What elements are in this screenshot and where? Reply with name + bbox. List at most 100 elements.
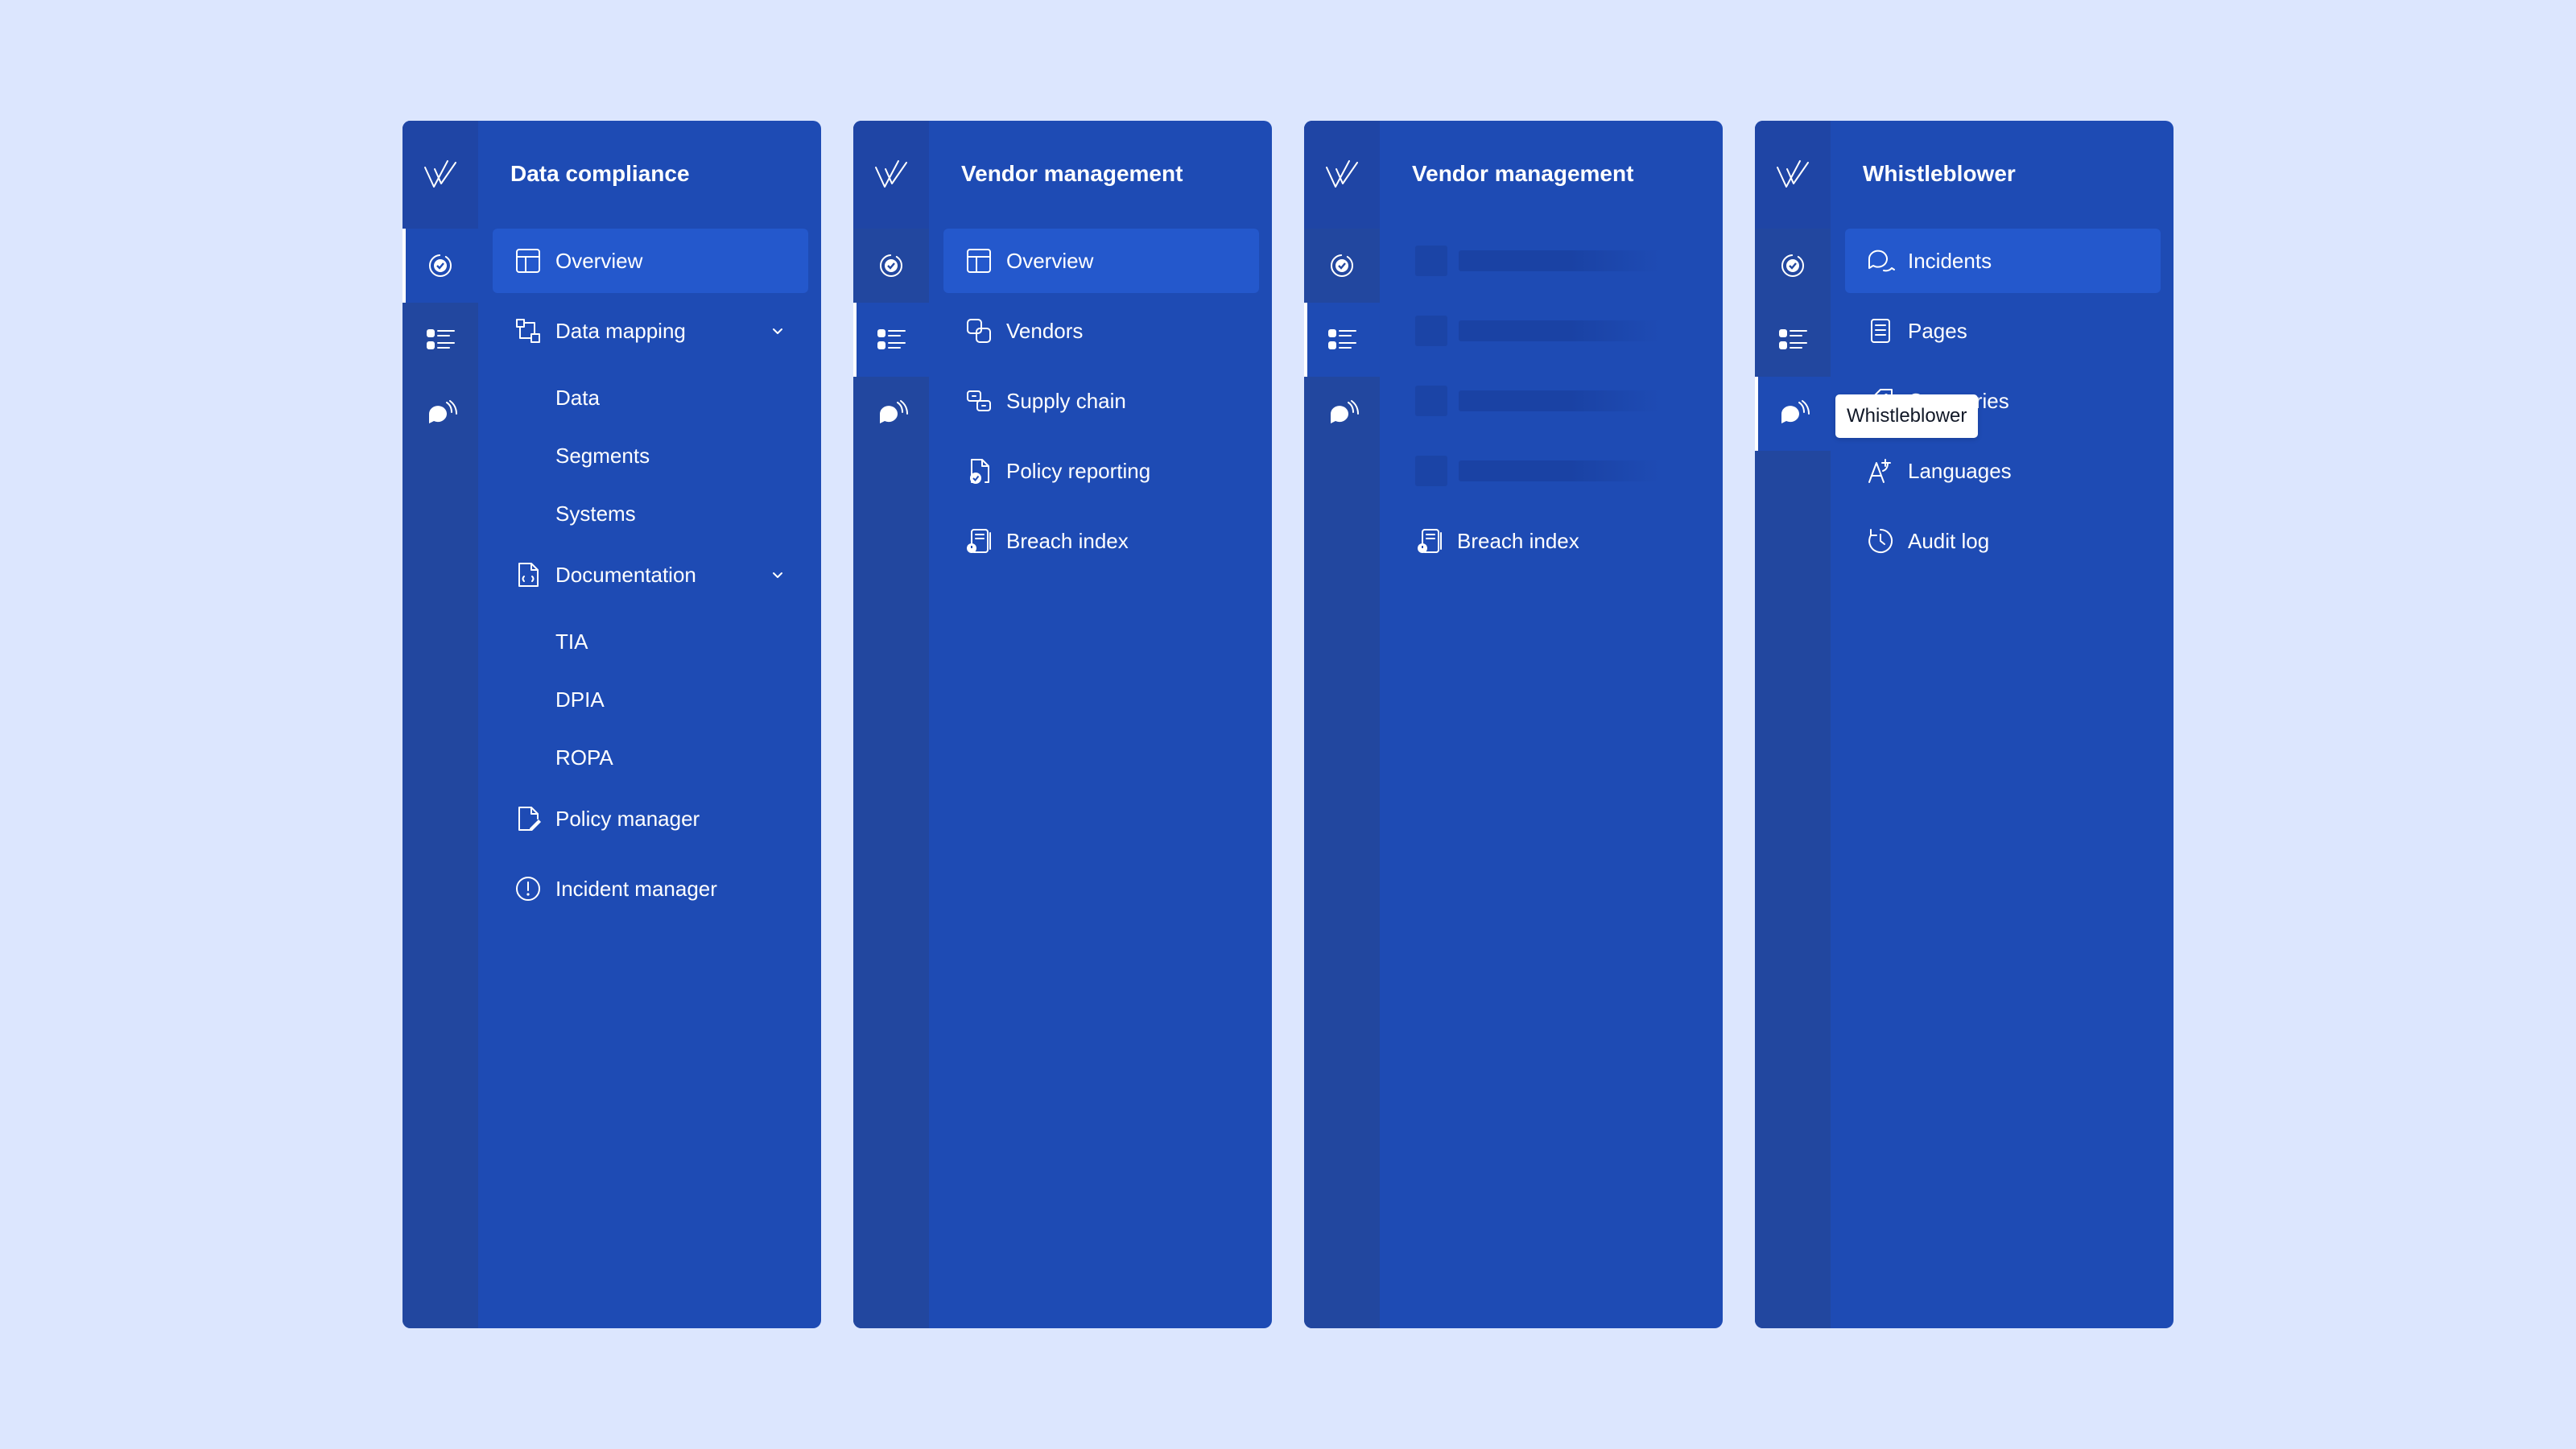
nav-item-incidents[interactable]: Incidents: [1845, 229, 2161, 293]
chevron-down-icon[interactable]: [771, 324, 784, 337]
page-title: Vendor management: [1412, 161, 1634, 186]
nav-item-label: Incident manager: [555, 876, 717, 901]
whistleblower-icon: [429, 400, 457, 423]
nav-item-audit-log[interactable]: Audit log: [1845, 509, 2161, 573]
whistleblower-icon: [1781, 400, 1810, 423]
rail-vendor-button[interactable]: [853, 303, 929, 377]
skeleton-label: [1459, 320, 1660, 341]
nav-item-label: Policy reporting: [1006, 458, 1151, 483]
nav-subitem-segments[interactable]: Segments: [493, 427, 808, 485]
nav-subitem-dpia[interactable]: DPIA: [493, 671, 808, 729]
nav-item-policy-manager[interactable]: Policy manager: [493, 786, 808, 851]
nav-subitem-ropa[interactable]: ROPA: [493, 729, 808, 786]
icon-rail: [402, 121, 478, 1328]
nav-subitem-data[interactable]: Data: [493, 369, 808, 427]
rail-whistleblower-button[interactable]: [1304, 377, 1380, 451]
vendors-icon: [967, 319, 991, 343]
documentation-icon: [518, 563, 539, 587]
nav-item-documentation[interactable]: Documentation: [493, 543, 808, 607]
nav-item-pages[interactable]: Pages: [1845, 299, 2161, 363]
skeleton-row: [1394, 299, 1710, 363]
nav-item-label: Breach index: [1457, 528, 1579, 553]
skeleton-icon: [1415, 456, 1447, 486]
sidebar-vendor-management: Vendor management Overview Vendors Suppl…: [853, 121, 1272, 1328]
rail-whistleblower-button[interactable]: [1755, 377, 1831, 451]
skeleton-label: [1459, 460, 1660, 481]
history-clock-icon: [1868, 528, 1893, 553]
breach-index-icon: [1418, 529, 1442, 553]
skeleton-icon: [1415, 386, 1447, 416]
alert-circle-icon: [516, 877, 540, 901]
nav-item-data-mapping[interactable]: Data mapping: [493, 299, 808, 363]
rail-compliance-button[interactable]: [853, 229, 929, 303]
rail-vendor-button[interactable]: [402, 303, 478, 377]
rail-vendor-button[interactable]: [1304, 303, 1380, 377]
nav-item-supply-chain[interactable]: Supply chain: [943, 369, 1259, 433]
vendor-list-icon: [1779, 329, 1807, 349]
nav-item-overview[interactable]: Overview: [493, 229, 808, 293]
nav-item-label: Languages: [1908, 458, 2012, 483]
nav-item-label: Supply chain: [1006, 388, 1126, 413]
nav-item-breach-index[interactable]: Breach index: [943, 509, 1259, 573]
rail-header: [1755, 121, 1831, 229]
rail-whistleblower-button[interactable]: [402, 377, 478, 451]
nav-list: Breach index: [1394, 229, 1710, 579]
logo-icon: [424, 160, 456, 188]
nav-item-label: Audit log: [1908, 528, 1990, 553]
logo-icon: [1326, 160, 1358, 188]
nav-item-breach-index[interactable]: Breach index: [1394, 509, 1710, 573]
compliance-icon: [880, 254, 902, 277]
policy-edit-icon: [518, 807, 541, 831]
compliance-icon: [1781, 254, 1804, 277]
vendor-list-icon: [1328, 329, 1356, 349]
rail-whistleblower-button[interactable]: [853, 377, 929, 451]
language-icon: [1868, 459, 1891, 483]
rail-header: [1304, 121, 1380, 229]
layout-icon: [516, 249, 540, 273]
nav-subitem-systems[interactable]: Systems: [493, 485, 808, 543]
nav-item-label: Data mapping: [555, 318, 686, 343]
skeleton-row: [1394, 229, 1710, 293]
compliance-icon: [429, 254, 452, 277]
nav-item-label: Breach index: [1006, 528, 1129, 553]
sidebar-whistleblower: Whistleblower Incidents Pages Categories…: [1755, 121, 2174, 1328]
rail-compliance-button[interactable]: [1304, 229, 1380, 303]
page-icon: [1871, 319, 1890, 343]
page-title: Data compliance: [510, 161, 690, 186]
icon-rail: [853, 121, 929, 1328]
compliance-icon: [1331, 254, 1353, 277]
nav-item-label: Documentation: [555, 562, 696, 587]
nav-subitem-tia[interactable]: TIA: [493, 613, 808, 671]
vendor-list-icon: [427, 329, 455, 349]
nav-list: Overview Vendors Supply chain Policy rep…: [943, 229, 1259, 579]
rail-vendor-button[interactable]: [1755, 303, 1831, 377]
nav-item-label: Vendors: [1006, 318, 1084, 343]
nav-item-languages[interactable]: Languages: [1845, 439, 2161, 503]
nav-item-overview[interactable]: Overview: [943, 229, 1259, 293]
nav-item-label: Overview: [1006, 248, 1094, 273]
nav-item-incident-manager[interactable]: Incident manager: [493, 857, 808, 921]
sidebar-vendor-management-loading: Vendor management Breach index: [1304, 121, 1723, 1328]
chat-bubbles-icon: [1868, 250, 1895, 272]
chevron-down-icon[interactable]: [771, 568, 784, 581]
nav-item-label: Pages: [1908, 318, 1967, 343]
whistleblower-icon: [880, 400, 908, 423]
skeleton-label: [1459, 250, 1660, 271]
nav-item-label: Incidents: [1908, 248, 1992, 273]
skeleton-icon: [1415, 316, 1447, 346]
nav-item-label: Policy manager: [555, 806, 700, 831]
skeleton-row: [1394, 369, 1710, 433]
nav-item-policy-reporting[interactable]: Policy reporting: [943, 439, 1259, 503]
rail-tooltip: Whistleblower: [1835, 394, 1979, 438]
page-title: Vendor management: [961, 161, 1183, 186]
sidebar-data-compliance: Data compliance Overview Data mapping Da…: [402, 121, 821, 1328]
nav-list: Overview Data mapping Data Segments Syst…: [493, 229, 808, 927]
rail-header: [853, 121, 929, 229]
skeleton-label: [1459, 390, 1660, 411]
mapping-icon: [516, 319, 540, 343]
nav-item-vendors[interactable]: Vendors: [943, 299, 1259, 363]
skeleton-row: [1394, 439, 1710, 503]
rail-compliance-button[interactable]: [1755, 229, 1831, 303]
rail-header: [402, 121, 478, 229]
rail-compliance-button[interactable]: [402, 229, 478, 303]
